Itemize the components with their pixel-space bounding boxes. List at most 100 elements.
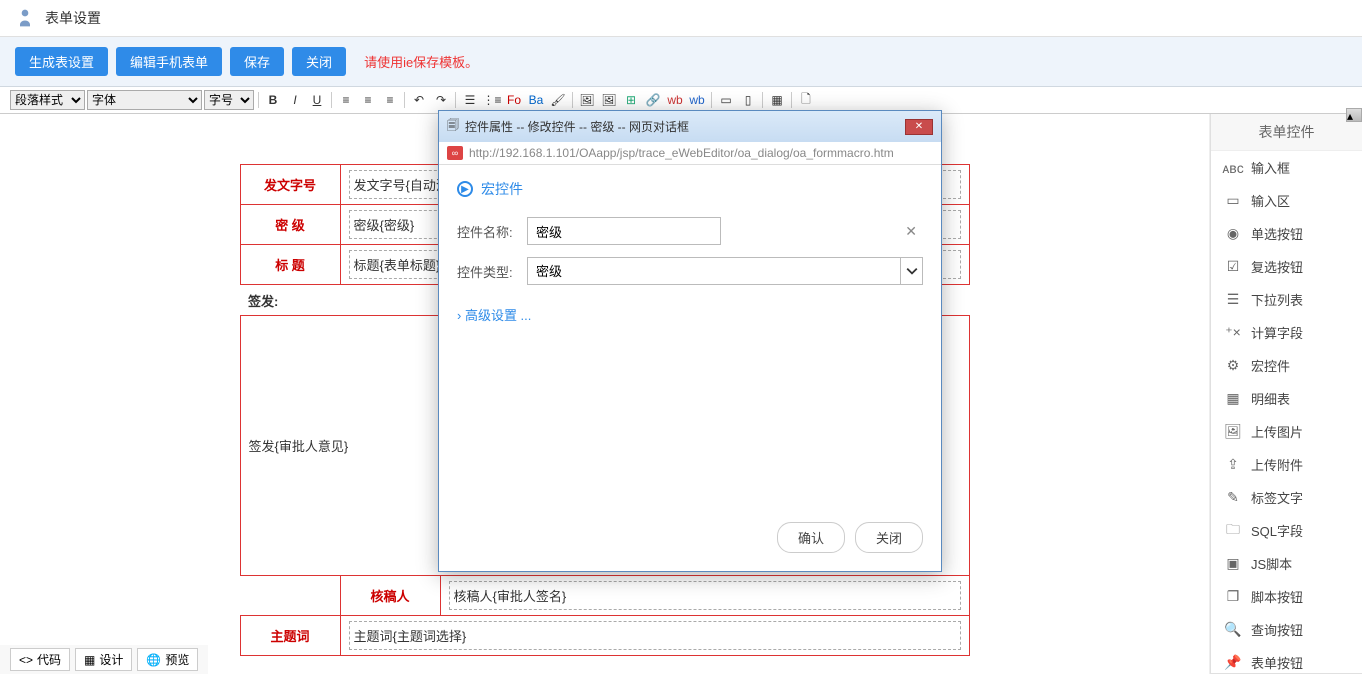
dialog-section-header: ▶ 宏控件	[457, 179, 923, 199]
align-left-button[interactable]: ≡	[336, 90, 356, 110]
globe-icon: 🌐	[146, 653, 161, 667]
dialog-url-bar: ∞ http://192.168.1.101/OAapp/jsp/trace_e…	[439, 142, 941, 165]
format-brush-button[interactable]: 🖌	[548, 90, 568, 110]
clear-input-icon[interactable]: ✕	[905, 223, 917, 240]
table-button[interactable]: ▦	[767, 90, 787, 110]
grid-icon: ▦	[1225, 391, 1241, 407]
pin-icon: 📌	[1225, 655, 1241, 671]
widget-query-btn[interactable]: 🔍查询按钮	[1211, 613, 1362, 646]
doc-number-label: 发文字号	[240, 165, 340, 205]
align-right-button[interactable]: ≡	[380, 90, 400, 110]
secret-level-label: 密 级	[240, 205, 340, 245]
dropdown-icon: ☰	[1225, 292, 1241, 308]
font-color-button[interactable]: Fo	[504, 90, 524, 110]
widget-textarea[interactable]: ▭输入区	[1211, 184, 1362, 217]
design-icon: ▦	[84, 653, 95, 667]
script-icon: ▣	[1225, 556, 1241, 572]
textarea-icon: ▭	[1225, 193, 1241, 209]
link-button[interactable]: 🔗	[643, 90, 663, 110]
page-header: 表单设置	[0, 0, 1362, 37]
preview-tab[interactable]: 🌐预览	[137, 648, 198, 671]
dialog-url: http://192.168.1.101/OAapp/jsp/trace_eWe…	[469, 146, 894, 160]
form-header-icon	[15, 8, 35, 28]
doc-button[interactable]: 🗋	[796, 90, 816, 110]
widget-sql[interactable]: 🗀SQL字段	[1211, 514, 1362, 547]
table-row: 核稿人 核稿人{审批人签名}	[240, 576, 969, 616]
list-bullet-button[interactable]: ⋮≡	[482, 90, 502, 110]
url-favicon: ∞	[447, 146, 463, 160]
subject-field[interactable]: 主题词{主题词选择}	[349, 621, 961, 650]
dialog-close-button[interactable]: ✕	[905, 119, 933, 135]
calc-icon: ⁺×	[1225, 325, 1241, 341]
bg-color-button[interactable]: Ba	[526, 90, 546, 110]
widget-script-btn[interactable]: ❐脚本按钮	[1211, 580, 1362, 613]
code-button[interactable]: ▭	[716, 90, 736, 110]
font-size-select[interactable]: 字号	[204, 90, 254, 110]
widget-panel: 表单控件 ᴀʙᴄ输入框 ▭输入区 ◉单选按钮 ☑复选按钮 ☰下拉列表 ⁺×计算字…	[1210, 114, 1362, 674]
italic-button[interactable]: I	[285, 90, 305, 110]
subject-label: 主题词	[240, 616, 340, 656]
widget-detail[interactable]: ▦明细表	[1211, 382, 1362, 415]
widget-macro[interactable]: ⚙宏控件	[1211, 349, 1362, 382]
mobile-form-button[interactable]: 编辑手机表单	[116, 47, 222, 76]
control-name-label: 控件名称:	[457, 222, 527, 241]
widget-panel-title: 表单控件	[1211, 114, 1362, 151]
wand-icon: ✎	[1225, 490, 1241, 506]
radio-icon: ◉	[1225, 226, 1241, 242]
widget-upload-file[interactable]: ⇪上传附件	[1211, 448, 1362, 481]
copy-icon: ❐	[1225, 589, 1241, 605]
list-num-button[interactable]: ☰	[460, 90, 480, 110]
widget-checkbox[interactable]: ☑复选按钮	[1211, 250, 1362, 283]
control-properties-dialog: 🗐 控件属性 -- 修改控件 -- 密级 -- 网页对话框 ✕ ∞ http:/…	[438, 110, 942, 572]
control-type-select[interactable]: 密级	[527, 257, 923, 285]
gear-icon: ⚙	[1225, 358, 1241, 374]
font-family-select[interactable]: 字体	[87, 90, 202, 110]
widget-js[interactable]: ▣JS脚本	[1211, 547, 1362, 580]
page-button[interactable]: ▯	[738, 90, 758, 110]
advanced-settings-link[interactable]: › 高级设置 ...	[457, 305, 923, 324]
widget-input[interactable]: ᴀʙᴄ输入框	[1211, 151, 1362, 184]
action-bar: 生成表设置 编辑手机表单 保存 关闭 请使用ie保存模板。	[0, 37, 1362, 87]
vertical-scrollbar[interactable]: ▴	[1346, 108, 1362, 122]
widget-calc[interactable]: ⁺×计算字段	[1211, 316, 1362, 349]
save-button[interactable]: 保存	[230, 47, 284, 76]
widget-radio[interactable]: ◉单选按钮	[1211, 217, 1362, 250]
page-title: 表单设置	[45, 8, 101, 28]
code-tab[interactable]: <>代码	[10, 648, 70, 671]
paragraph-style-select[interactable]: 段落样式	[10, 90, 85, 110]
dialog-confirm-button[interactable]: 确认	[777, 522, 845, 553]
image-button[interactable]: 🖼	[577, 90, 597, 110]
title-label: 标 题	[240, 245, 340, 285]
close-button[interactable]: 关闭	[292, 47, 346, 76]
folder-icon: 🗀	[1225, 523, 1241, 539]
arrow-right-icon: ▶	[457, 181, 473, 197]
reviewer-field[interactable]: 核稿人{审批人签名}	[449, 581, 961, 610]
align-center-button[interactable]: ≡	[358, 90, 378, 110]
windows-icon[interactable]: ⊞	[621, 90, 641, 110]
dialog-title: 控件属性 -- 修改控件 -- 密级 -- 网页对话框	[465, 118, 689, 135]
widget-label[interactable]: ✎标签文字	[1211, 481, 1362, 514]
underline-button[interactable]: U	[307, 90, 327, 110]
image2-button[interactable]: 🖼	[599, 90, 619, 110]
ie-page-icon: 🗐	[447, 116, 459, 137]
upload-icon: ⇪	[1225, 457, 1241, 473]
widget-upload-img[interactable]: 🖼上传图片	[1211, 415, 1362, 448]
image-icon: 🖼	[1225, 424, 1241, 440]
redo-button[interactable]: ↷	[431, 90, 451, 110]
bold-button[interactable]: B	[263, 90, 283, 110]
table-row: 主题词 主题词{主题词选择}	[240, 616, 969, 656]
code-icon: <>	[19, 653, 33, 667]
undo-button[interactable]: ↶	[409, 90, 429, 110]
checkbox-icon: ☑	[1225, 259, 1241, 275]
design-tab[interactable]: ▦设计	[75, 648, 132, 671]
search-icon: 🔍	[1225, 622, 1241, 638]
generate-button[interactable]: 生成表设置	[15, 47, 108, 76]
control-type-label: 控件类型:	[457, 262, 527, 281]
web2-button[interactable]: wb	[687, 90, 707, 110]
dialog-cancel-button[interactable]: 关闭	[855, 522, 923, 553]
ie-warning: 请使用ie保存模板。	[364, 52, 478, 71]
widget-dropdown[interactable]: ☰下拉列表	[1211, 283, 1362, 316]
control-name-input[interactable]	[527, 217, 721, 245]
dialog-titlebar[interactable]: 🗐 控件属性 -- 修改控件 -- 密级 -- 网页对话框 ✕	[439, 111, 941, 142]
web-button[interactable]: wb	[665, 90, 685, 110]
